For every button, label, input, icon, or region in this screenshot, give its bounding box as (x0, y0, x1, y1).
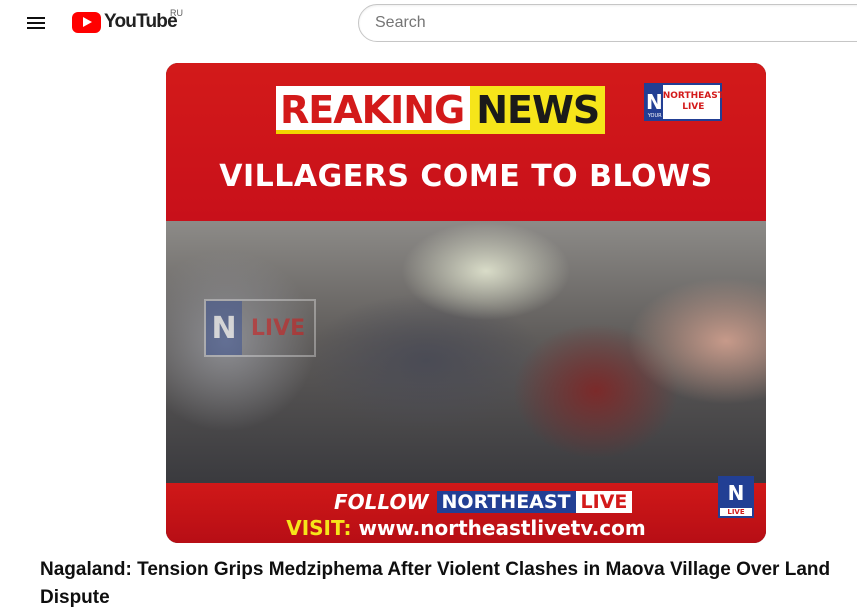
follow-banner: FOLLOW NORTHEAST LIVE VISIT: www.northea… (166, 483, 766, 543)
masthead: YouTube RU (0, 0, 857, 46)
watermark-letter: N (206, 301, 242, 355)
follow-line: FOLLOW NORTHEAST LIVE (334, 490, 633, 514)
channel-logo-text: NORTHEAST LIVE (662, 91, 724, 112)
video-player[interactable]: REAKING NEWS N NORTHEAST LIVE YOUR STATI… (166, 63, 766, 543)
video-footage: N LIVE (166, 221, 766, 483)
follow-brand-live: LIVE (575, 491, 633, 513)
corner-channel-logo: N LIVE (718, 476, 754, 518)
search-box[interactable] (358, 4, 857, 42)
watermark-text: LIVE (250, 315, 306, 341)
follow-brand-northeast: NORTHEAST (436, 491, 576, 513)
corner-logo-text: LIVE (727, 508, 745, 516)
visit-label: VISIT: (286, 516, 352, 540)
youtube-play-icon (72, 11, 101, 33)
breaking-word: REAKING (276, 86, 471, 134)
youtube-home-logo[interactable]: YouTube RU (72, 8, 183, 34)
video-headline: VILLAGERS COME TO BLOWS (219, 159, 713, 194)
channel-watermark: N LIVE (204, 299, 316, 357)
region-code: RU (170, 8, 183, 18)
video-title: Nagaland: Tension Grips Medziphema After… (40, 559, 831, 608)
guide-menu-button[interactable] (16, 3, 56, 43)
hamburger-menu-icon (27, 17, 45, 29)
visit-url: www.northeastlivetv.com (358, 516, 646, 540)
news-word: NEWS (470, 86, 606, 134)
visit-line: VISIT: www.northeastlivetv.com (166, 516, 766, 540)
follow-label: FOLLOW (334, 490, 429, 514)
corner-logo-letter: N (720, 478, 752, 508)
channel-tagline: YOUR STATION, YOUR VOICE (647, 113, 719, 119)
breaking-news-label: REAKING NEWS (276, 86, 606, 134)
search-input[interactable] (359, 5, 857, 41)
breaking-news-banner: REAKING NEWS N NORTHEAST LIVE YOUR STATI… (166, 63, 766, 221)
logo-wordmark: YouTube (104, 11, 178, 32)
